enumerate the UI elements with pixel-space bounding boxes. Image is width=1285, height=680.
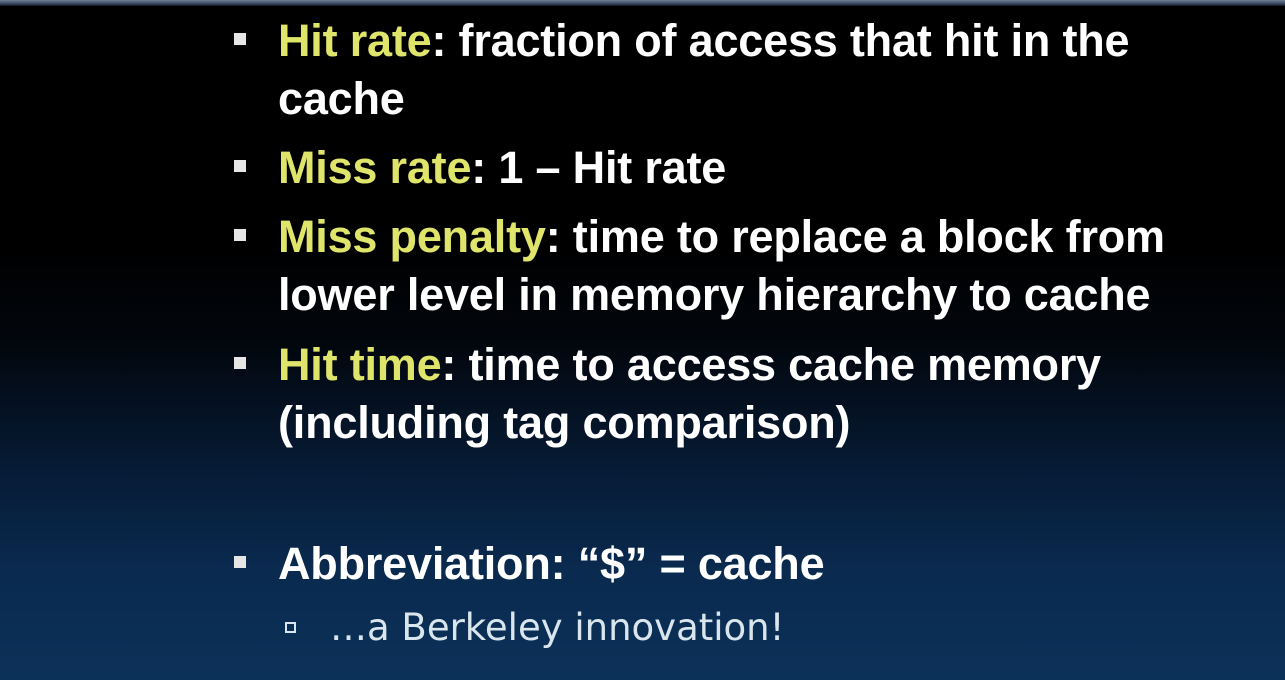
hollow-square-bullet-icon [285,622,296,633]
bullet-hit-rate: Hit rate: fraction of access that hit in… [234,12,1268,128]
term-miss-penalty: Miss penalty [278,211,546,262]
bullet-abbreviation: Abbreviation: “$” = cache [234,535,1268,593]
bullet-hit-time: Hit time: time to access cache memory (i… [234,336,1268,452]
slide-body: Hit rate: fraction of access that hit in… [0,0,1285,680]
definition-miss-rate: : 1 – Hit rate [471,142,727,193]
square-bullet-icon [234,556,246,568]
term-miss-rate: Miss rate [278,142,472,193]
abbreviation-text: Abbreviation: “$” = cache [278,538,825,589]
sub-bullet-text: …a Berkeley innovation! [330,606,785,649]
term-hit-time: Hit time [278,339,442,390]
sub-bullet-berkeley: …a Berkeley innovation! [285,603,1230,653]
square-bullet-icon [234,160,246,172]
square-bullet-icon [234,229,246,241]
bullet-miss-rate: Miss rate: 1 – Hit rate [234,139,1268,197]
term-hit-rate: Hit rate [278,15,432,66]
square-bullet-icon [234,357,246,369]
bullet-miss-penalty: Miss penalty: time to replace a block fr… [234,208,1268,324]
square-bullet-icon [234,33,246,45]
